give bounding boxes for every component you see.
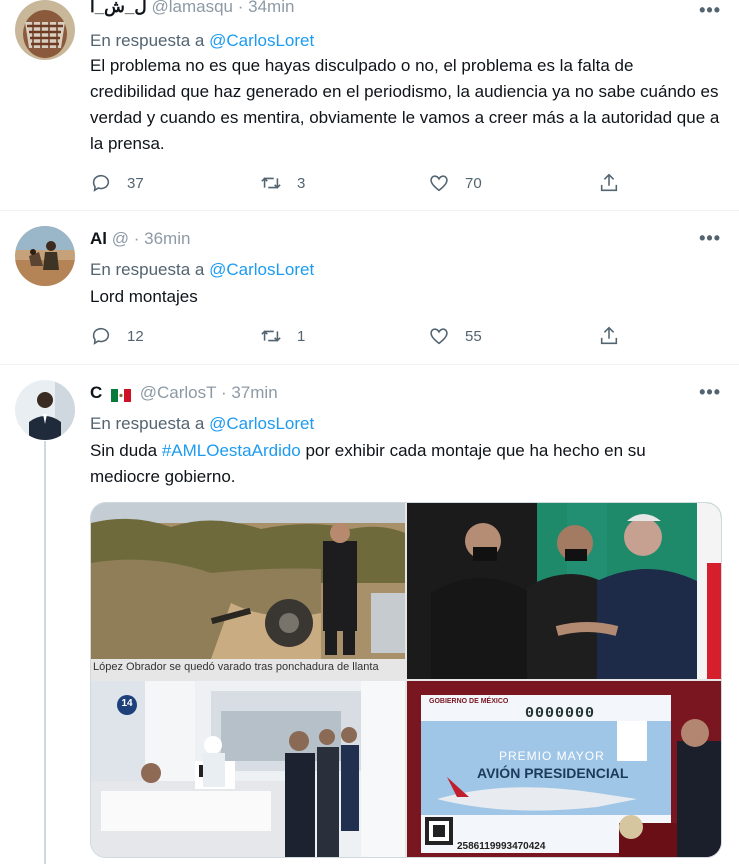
reply-count: 12 [127, 327, 144, 345]
mexico-flag-icon [111, 387, 132, 403]
text-segment: Sin duda [90, 441, 162, 460]
retweet-count: 1 [297, 327, 306, 345]
reply-button[interactable]: 12 [90, 324, 144, 348]
media-photo-hospital[interactable]: 14 [91, 681, 405, 857]
avatar[interactable] [15, 380, 75, 440]
like-button[interactable]: 70 [428, 171, 482, 195]
share-icon [600, 326, 618, 345]
more-options-icon[interactable]: ••• [699, 382, 721, 403]
tweet-text: Sin duda #AMLOestaArdido por exhibir cad… [90, 438, 720, 490]
author-name[interactable]: ل_ش_أ [90, 0, 147, 16]
tweet-header: Al @ · 36min [90, 229, 191, 248]
tweet-text: Lord montajes [90, 287, 198, 306]
reply-context: En respuesta a @CarlosLoret [90, 260, 314, 280]
tweet-actions: 37 3 70 [90, 171, 630, 195]
divider [0, 210, 739, 211]
media-photo-flat-tire[interactable]: López Obrador se quedó varado tras ponch… [91, 503, 405, 679]
ticket-header: GOBIERNO DE MÉXICO [429, 698, 509, 705]
more-options-icon[interactable]: ••• [699, 0, 721, 21]
author-handle[interactable]: @CarlosT [140, 383, 216, 402]
tweet-header: ل_ش_أ @lamasqu · 34min [90, 0, 294, 17]
tweet-2: Al @ · 36min ••• En respuesta a @CarlosL… [0, 226, 739, 366]
ticket-number: 0000000 [525, 705, 596, 722]
timestamp[interactable]: 37min [231, 383, 277, 402]
retweet-count: 3 [297, 174, 306, 192]
ticket-title: AVIÓN PRESIDENCIAL [477, 765, 629, 781]
retweet-icon [261, 330, 281, 342]
media-photo-handshake[interactable] [407, 503, 721, 679]
hashtag-link[interactable]: #AMLOestaArdido [162, 441, 301, 460]
avatar[interactable] [15, 0, 75, 60]
ticket-serial: 2586119993470424 [457, 841, 546, 852]
retweet-button[interactable]: 1 [260, 324, 305, 348]
reply-button[interactable]: 37 [90, 171, 144, 195]
heart-icon [430, 175, 448, 192]
tweet-1: ل_ش_أ @lamasqu · 34min ••• En respuesta … [0, 0, 739, 210]
like-count: 55 [465, 327, 482, 345]
share-icon [600, 173, 618, 192]
share-button[interactable] [598, 171, 620, 195]
like-count: 70 [465, 174, 482, 192]
retweet-button[interactable]: 3 [260, 171, 305, 195]
timestamp[interactable]: 34min [248, 0, 294, 16]
ticket-prize-label: PREMIO MAYOR [499, 749, 605, 763]
author-handle[interactable]: @lamasqu [151, 0, 233, 16]
divider [0, 364, 739, 365]
reply-mention-link[interactable]: @CarlosLoret [209, 414, 314, 433]
share-button[interactable] [598, 324, 620, 348]
author-handle[interactable]: @ [112, 229, 129, 248]
more-options-icon[interactable]: ••• [699, 228, 721, 249]
reply-icon [92, 327, 110, 345]
media-grid: López Obrador se quedó varado tras ponch… [90, 502, 722, 858]
tweet-text: El problema no es que hayas disculpado o… [90, 56, 720, 153]
timestamp[interactable]: 36min [144, 229, 190, 248]
media-caption: López Obrador se quedó varado tras ponch… [93, 661, 379, 673]
reply-icon [92, 174, 110, 192]
reply-mention-link[interactable]: @CarlosLoret [209, 260, 314, 279]
tweet-actions: 12 1 55 [90, 324, 630, 348]
media-photo-lottery-ticket[interactable]: GOBIERNO DE MÉXICO 0000000 PREMIO MAYOR … [407, 681, 721, 857]
reply-count: 37 [127, 174, 144, 192]
like-button[interactable]: 55 [428, 324, 482, 348]
retweet-icon [261, 177, 281, 189]
heart-icon [430, 328, 448, 345]
reply-context: En respuesta a @CarlosLoret [90, 414, 314, 434]
avatar[interactable] [15, 226, 75, 286]
reply-mention-link[interactable]: @CarlosLoret [209, 31, 314, 50]
room-number-badge: 14 [121, 698, 133, 709]
tweet-header: C @CarlosT · 37min [90, 383, 278, 403]
reply-label: En respuesta a [90, 414, 205, 433]
author-name[interactable]: Al [90, 229, 107, 248]
author-name[interactable]: C [90, 383, 102, 402]
reply-label: En respuesta a [90, 31, 205, 50]
reply-context: En respuesta a @CarlosLoret [90, 31, 314, 51]
reply-label: En respuesta a [90, 260, 205, 279]
